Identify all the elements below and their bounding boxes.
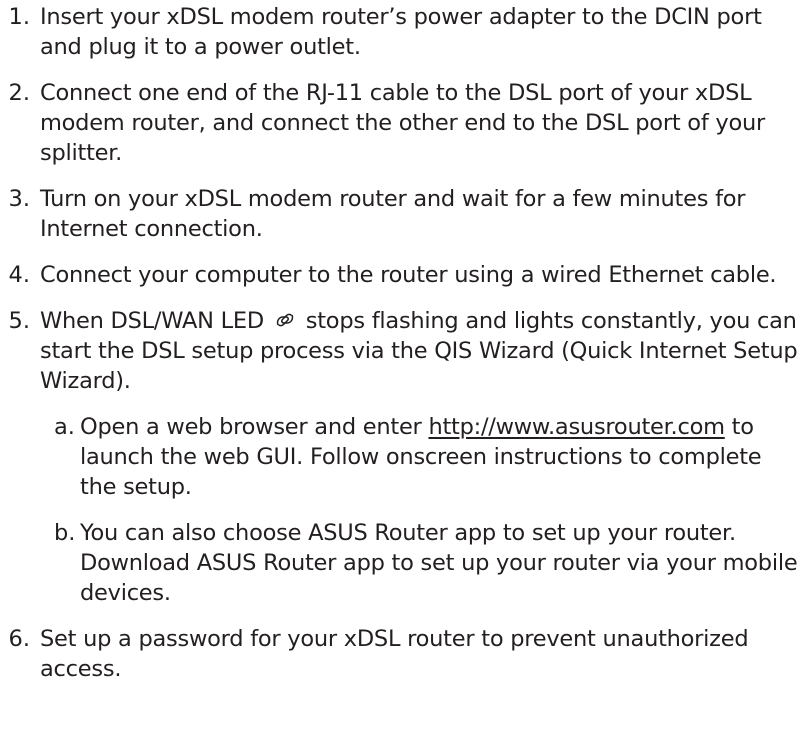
asusrouter-link[interactable]: http://www.asusrouter.com xyxy=(428,414,725,440)
step-5: 5. When DSL/WAN LED stops flashing and l… xyxy=(0,306,808,396)
step-number: 4. xyxy=(8,262,30,288)
step-number: 2. xyxy=(8,80,30,106)
substep-text: You can also choose ASUS Router app to s… xyxy=(80,520,798,606)
substep-b: b. You can also choose ASUS Router app t… xyxy=(40,518,808,608)
step-4: 4. Connect your computer to the router u… xyxy=(0,260,808,290)
step-text-before-icon: When DSL/WAN LED xyxy=(40,308,271,334)
step-number: 1. xyxy=(8,4,30,30)
step-text: Connect one end of the RJ-11 cable to th… xyxy=(40,80,765,166)
step-text: Connect your computer to the router usin… xyxy=(40,262,777,288)
substep-text-prefix: Open a web browser and enter xyxy=(80,414,429,440)
substep-a: a. Open a web browser and enter http://w… xyxy=(40,412,808,502)
substep-text: Open a web browser and enter http://www.… xyxy=(80,412,802,502)
dsl-wan-led-icon xyxy=(275,308,295,328)
step-number: 5. xyxy=(8,308,30,334)
step-2: 2. Connect one end of the RJ-11 cable to… xyxy=(0,78,808,168)
substep-letter: a. xyxy=(54,414,75,440)
step-6: 6. Set up a password for your xDSL route… xyxy=(0,624,808,684)
setup-instructions: 1. Insert your xDSL modem router’s power… xyxy=(0,2,808,684)
step-text: Set up a password for your xDSL router t… xyxy=(40,626,749,682)
step-text: Insert your xDSL modem router’s power ad… xyxy=(40,4,762,60)
step-1: 1. Insert your xDSL modem router’s power… xyxy=(0,2,808,62)
step-3: 3. Turn on your xDSL modem router and wa… xyxy=(0,184,808,244)
step-text: When DSL/WAN LED stops flashing and ligh… xyxy=(40,306,802,396)
step-text: Turn on your xDSL modem router and wait … xyxy=(40,186,746,242)
step-number: 6. xyxy=(8,626,30,652)
substep-letter: b. xyxy=(54,520,76,546)
step-number: 3. xyxy=(8,186,30,212)
